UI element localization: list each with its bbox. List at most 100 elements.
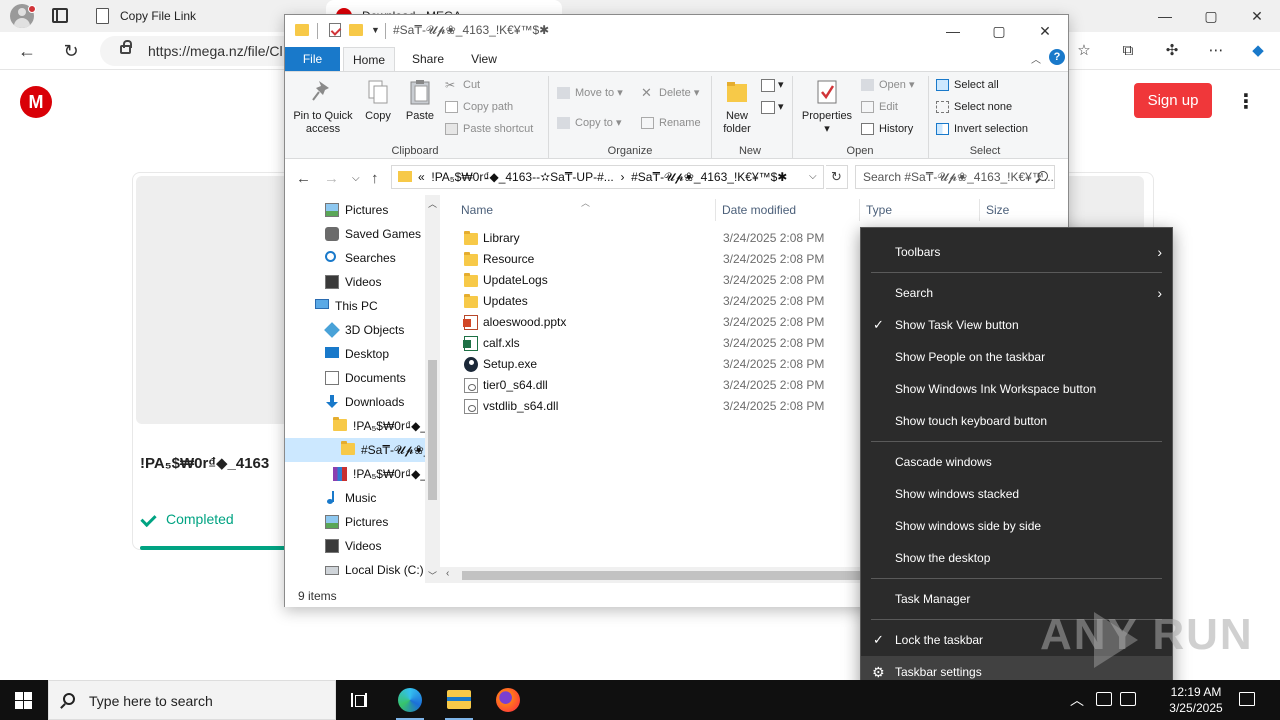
- context-menu-item[interactable]: Show People on the taskbar: [861, 341, 1172, 373]
- volume-icon[interactable]: [1120, 692, 1136, 706]
- nav-item[interactable]: Searches: [325, 246, 396, 270]
- context-menu-item[interactable]: Search ›: [861, 277, 1172, 309]
- context-menu-item[interactable]: ✓ Show Task View button: [861, 309, 1172, 341]
- sign-up-button[interactable]: Sign up: [1134, 83, 1212, 118]
- tab-home[interactable]: Home: [343, 47, 395, 71]
- collections-icon[interactable]: ⧉: [1118, 41, 1138, 61]
- scrollbar-thumb[interactable]: [462, 571, 882, 580]
- favorite-star-icon[interactable]: ☆: [1074, 41, 1094, 61]
- address-path[interactable]: « !PA₅$₩0r₫◆_4163--✫Sa₸-UP-#... › #Sa₸-𝓤…: [391, 165, 824, 189]
- browser-close-button[interactable]: ✕: [1234, 0, 1280, 32]
- open-button[interactable]: Open ▾: [861, 76, 915, 94]
- refresh-icon[interactable]: ↻: [58, 39, 84, 63]
- url-bar[interactable]: https://mega.nz/file/Cl: [100, 36, 300, 66]
- context-menu-item[interactable]: Show windows side by side: [861, 510, 1172, 542]
- taskbar-firefox-button[interactable]: [484, 680, 532, 720]
- nav-item[interactable]: Videos: [325, 534, 381, 558]
- collapse-ribbon-icon[interactable]: ︿: [1031, 51, 1041, 66]
- nav-item[interactable]: Documents: [325, 366, 406, 390]
- edit-button[interactable]: Edit: [861, 98, 898, 116]
- context-menu-item[interactable]: Toolbars ›: [861, 236, 1172, 268]
- new-folder-quick-icon[interactable]: [349, 24, 363, 36]
- paste-button[interactable]: Paste: [403, 78, 437, 123]
- context-menu-item[interactable]: Show Windows Ink Workspace button: [861, 373, 1172, 405]
- taskbar-search-box[interactable]: Type here to search: [48, 680, 336, 720]
- task-view-button[interactable]: [336, 680, 384, 720]
- rename-button[interactable]: Rename: [641, 114, 701, 132]
- column-header-type[interactable]: Type: [866, 203, 892, 217]
- tab-view[interactable]: View: [459, 47, 509, 71]
- nav-item[interactable]: Desktop: [325, 342, 389, 366]
- invert-selection-button[interactable]: Invert selection: [936, 120, 1028, 138]
- address-prefix[interactable]: «: [418, 170, 425, 184]
- delete-button[interactable]: ✕ Delete ▾: [641, 84, 699, 102]
- nav-item[interactable]: Downloads: [325, 390, 404, 414]
- scroll-up-icon[interactable]: ︿: [428, 197, 437, 210]
- copy-path-button[interactable]: Copy path: [445, 98, 513, 116]
- refresh-icon[interactable]: ↻: [826, 165, 848, 189]
- context-menu-item[interactable]: Show touch keyboard button: [861, 405, 1172, 437]
- column-header-date-modified[interactable]: Date modified: [722, 203, 796, 217]
- nav-item[interactable]: This PC: [315, 294, 378, 318]
- show-hidden-icons-icon[interactable]: ︿: [1070, 690, 1084, 710]
- copy-to-button[interactable]: Copy to ▾: [557, 114, 622, 132]
- back-arrow-icon[interactable]: ←: [14, 39, 40, 63]
- up-arrow-icon[interactable]: ↑: [371, 170, 379, 187]
- breadcrumb-parent[interactable]: !PA₅$₩0r₫◆_4163--✫Sa₸-UP-#...: [431, 170, 613, 184]
- new-item-button[interactable]: ▾: [761, 76, 784, 94]
- context-menu-item[interactable]: Task Manager: [861, 583, 1172, 615]
- forward-arrow-icon[interactable]: →: [324, 170, 339, 187]
- context-menu-item[interactable]: ✓ Lock the taskbar: [861, 624, 1172, 656]
- column-header-size[interactable]: Size: [986, 203, 1009, 217]
- properties-button[interactable]: Properties ▾: [799, 78, 855, 136]
- nav-item[interactable]: Saved Games: [325, 222, 421, 246]
- nav-item[interactable]: Pictures: [325, 510, 388, 534]
- browser-minimize-button[interactable]: —: [1142, 0, 1188, 32]
- explorer-minimize-button[interactable]: —: [930, 15, 976, 47]
- scrollbar-thumb[interactable]: [428, 360, 437, 500]
- taskbar-edge-button[interactable]: [386, 680, 434, 720]
- explorer-search-input[interactable]: Search #Sa₸-𝓤𝓹❀_4163_!K€¥™...: [855, 165, 1055, 189]
- explorer-maximize-button[interactable]: ▢: [976, 15, 1022, 47]
- nav-item[interactable]: Local Disk (C:): [325, 558, 424, 582]
- customize-quick-access-icon[interactable]: ▼: [371, 25, 380, 35]
- tab-share[interactable]: Share: [401, 47, 455, 71]
- cut-button[interactable]: ✂ Cut: [445, 76, 480, 94]
- divider[interactable]: [979, 199, 980, 221]
- nav-item[interactable]: Videos: [325, 270, 381, 294]
- divider[interactable]: [715, 199, 716, 221]
- tab-file[interactable]: File: [285, 47, 340, 71]
- start-button[interactable]: [0, 680, 48, 720]
- scroll-down-icon[interactable]: ﹀: [428, 569, 437, 582]
- easy-access-button[interactable]: ▾: [761, 98, 784, 116]
- nav-item[interactable]: !PA₅$₩0r₫◆_4163: [333, 462, 440, 486]
- copy-button[interactable]: Copy: [361, 78, 395, 123]
- move-to-button[interactable]: Move to ▾: [557, 84, 623, 102]
- new-folder-button[interactable]: New folder: [717, 78, 757, 136]
- scroll-left-icon[interactable]: ‹: [446, 568, 449, 579]
- more-menu-icon[interactable]: ⋯: [1206, 41, 1226, 61]
- nav-item[interactable]: Pictures: [325, 198, 388, 222]
- navigation-pane-scrollbar[interactable]: ︿ ﹀: [425, 195, 440, 583]
- select-all-button[interactable]: Select all: [936, 76, 999, 94]
- help-icon[interactable]: ?: [1049, 49, 1065, 65]
- explorer-close-button[interactable]: ✕: [1022, 15, 1068, 47]
- copilot-icon[interactable]: ◆: [1248, 41, 1268, 61]
- mega-logo[interactable]: M: [20, 86, 52, 118]
- nav-item[interactable]: Music: [325, 486, 376, 510]
- column-header-name[interactable]: Name: [461, 203, 493, 217]
- notifications-icon[interactable]: [1239, 692, 1255, 706]
- extensions-icon[interactable]: ✣: [1162, 41, 1182, 61]
- select-none-button[interactable]: Select none: [936, 98, 1012, 116]
- search-icon[interactable]: [1038, 171, 1048, 181]
- address-dropdown-icon[interactable]: ⌵: [809, 171, 817, 182]
- history-button[interactable]: History: [861, 120, 913, 138]
- context-menu-item[interactable]: Show windows stacked: [861, 478, 1172, 510]
- system-clock[interactable]: 12:19 AM 3/25/2025: [1156, 684, 1236, 716]
- context-menu-item[interactable]: Show the desktop: [861, 542, 1172, 574]
- context-menu-item[interactable]: Cascade windows: [861, 446, 1172, 478]
- taskbar-file-explorer-button[interactable]: [435, 680, 483, 720]
- nav-item[interactable]: #Sa₸-𝓤𝓹❀_4163: [285, 438, 440, 462]
- kebab-menu-icon[interactable]: ⋮: [1236, 90, 1256, 114]
- browser-maximize-button[interactable]: ▢: [1188, 0, 1234, 32]
